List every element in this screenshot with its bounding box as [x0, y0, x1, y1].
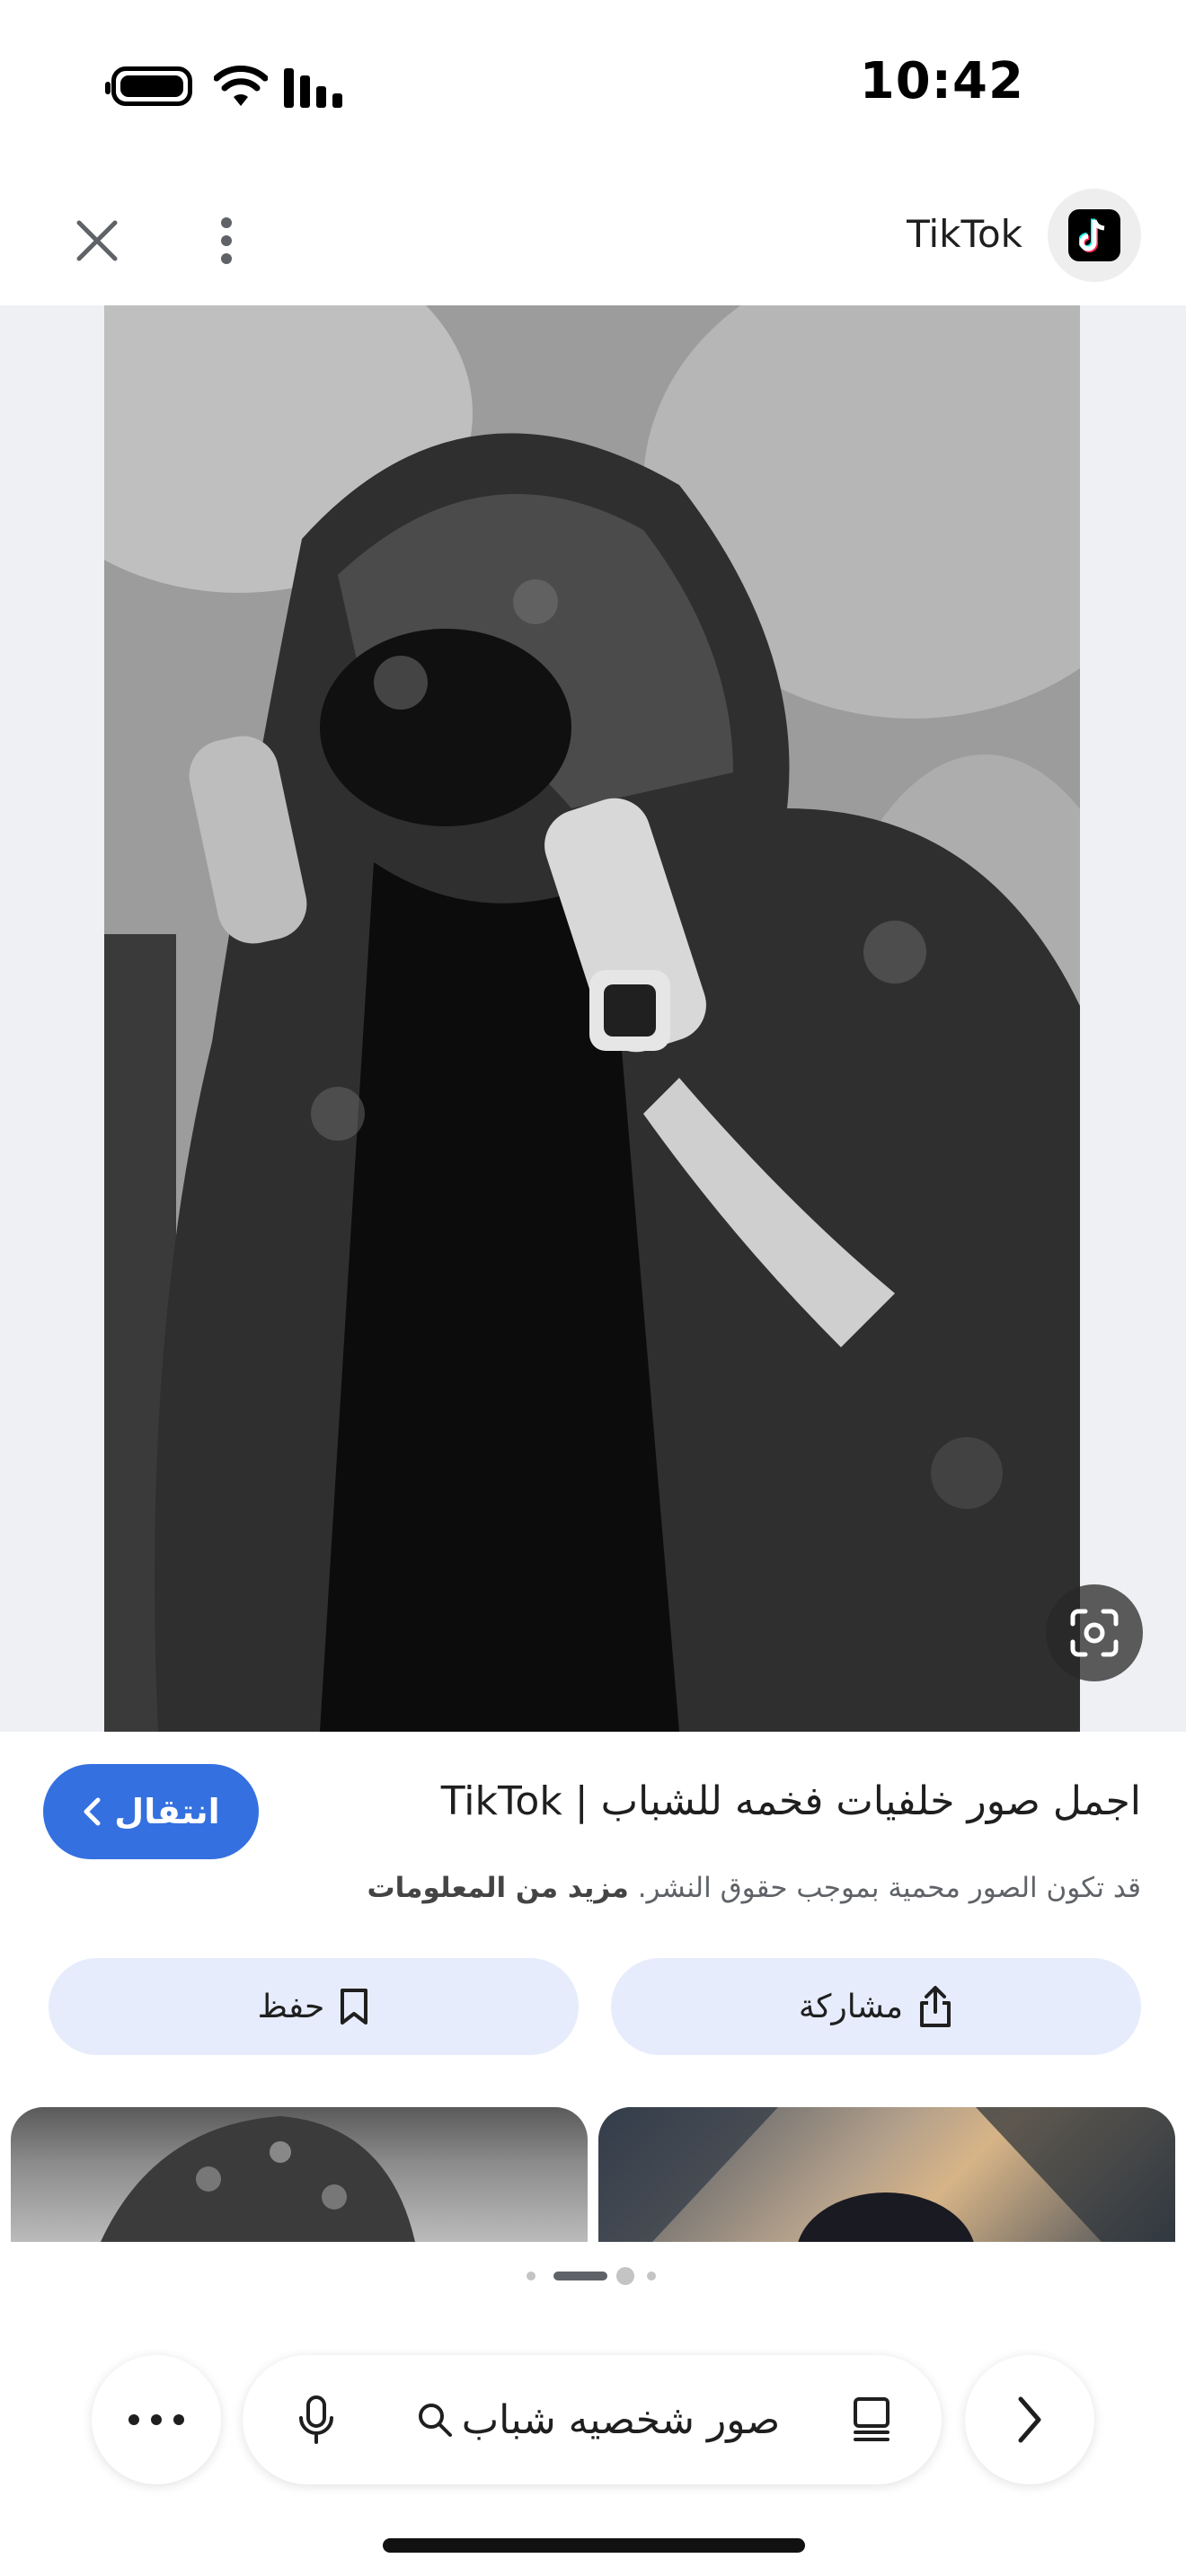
viewer-header: TikTok: [0, 171, 1186, 305]
search-query[interactable]: صور شخصيه شباب: [392, 2391, 805, 2448]
save-button[interactable]: حفظ: [49, 1958, 579, 2055]
more-vert-icon: [221, 217, 232, 264]
tabs-icon: [854, 2397, 890, 2441]
share-button[interactable]: مشاركة: [611, 1958, 1141, 2055]
pager-dot: [527, 2272, 535, 2280]
pager-dot-active: [553, 2272, 607, 2280]
share-icon: [920, 1986, 951, 2027]
pager-dot: [647, 2272, 656, 2280]
wifi-icon: [214, 66, 268, 106]
copyright-notice: قد تكون الصور محمية بموجب حقوق النشر. مز…: [367, 1872, 1141, 1904]
tabs-button[interactable]: [839, 2387, 904, 2452]
lens-search-button[interactable]: [1046, 1584, 1143, 1681]
close-button[interactable]: [63, 207, 131, 275]
related-image-thumbnail[interactable]: [598, 2107, 1175, 2242]
tiktok-logo-icon[interactable]: [1048, 189, 1141, 282]
status-bar: 10:42: [0, 0, 1186, 171]
status-time: 10:42: [859, 52, 1024, 110]
mic-button[interactable]: [284, 2387, 349, 2452]
signal-icon: [284, 68, 342, 108]
lens-icon: [1070, 1609, 1119, 1657]
home-indicator: [383, 2538, 805, 2553]
copyright-text: قد تكون الصور محمية بموجب حقوق النشر.: [637, 1872, 1141, 1904]
source-name[interactable]: TikTok: [907, 212, 1022, 256]
more-horiz-icon: [128, 2414, 184, 2425]
pager-dot: [616, 2267, 634, 2285]
carousel-pager: [527, 2267, 661, 2285]
search-icon: [418, 2404, 452, 2437]
more-options-button[interactable]: [196, 207, 257, 275]
visit-button[interactable]: انتقال: [43, 1764, 259, 1859]
close-icon: [76, 220, 118, 261]
image-viewer: [0, 305, 1186, 1732]
more-info-link[interactable]: مزيد من المعلومات: [367, 1872, 629, 1904]
save-label: حفظ: [257, 1988, 325, 2025]
share-label: مشاركة: [798, 1988, 904, 2025]
search-bar[interactable]: صور شخصيه شباب: [243, 2355, 942, 2484]
more-options-button[interactable]: [92, 2355, 221, 2484]
result-title[interactable]: اجمل صور خلفيات فخمه للشباب | TikTok: [441, 1778, 1141, 1824]
search-query-text: صور شخصيه شباب: [461, 2396, 781, 2443]
battery-icon: [105, 66, 192, 106]
forward-button[interactable]: [965, 2355, 1094, 2484]
main-image[interactable]: [104, 305, 1080, 1732]
related-image-thumbnail[interactable]: [11, 2107, 588, 2242]
hooded-person-photo: [104, 305, 1080, 1732]
bookmark-icon: [341, 1989, 368, 2025]
chevron-left-icon: [84, 1797, 101, 1826]
chevron-right-icon: [1018, 2396, 1041, 2443]
visit-button-label: انتقال: [114, 1792, 220, 1831]
mic-icon: [299, 2395, 333, 2444]
